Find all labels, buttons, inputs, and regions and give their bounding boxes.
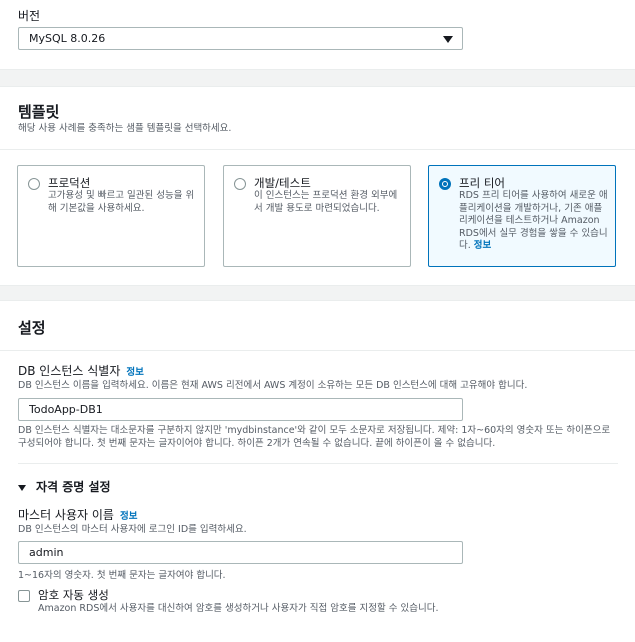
info-link[interactable]: 정보 [126,367,143,378]
template-description: RDS 프리 티어를 사용하여 새로운 애플리케이션을 개발하거나, 기존 애플… [459,190,609,253]
divider [0,350,635,351]
db-identifier-label: DB 인스턴스 식별자 정보 [18,362,144,379]
auto-password-description: Amazon RDS에서 사용자를 대신하여 암호를 생성하거나 사용자가 직접… [38,603,439,614]
version-label: 버전 [18,9,41,23]
radio-production[interactable] [28,178,40,190]
caret-down-icon [18,484,26,491]
template-title: 개발/테스트 [254,176,311,190]
master-username-label: 마스터 사용자 이름 정보 [18,506,137,523]
db-identifier-constraint: DB 인스턴스 식별자는 대소문자를 구분하지 않지만 'mydbinstanc… [18,425,611,449]
template-description: 고가용성 및 빠르고 일관된 성능을 위해 기본값을 사용하세요. [48,190,195,214]
divider [18,463,618,464]
info-link[interactable]: 정보 [120,511,137,522]
auto-password-checkbox[interactable] [18,590,30,602]
master-username-description: DB 인스턴스의 마스터 사용자에 로그인 ID를 입력하세요. [18,524,247,535]
templates-heading: 템플릿 [18,103,60,121]
version-selected-value: MySQL 8.0.26 [29,32,106,45]
db-identifier-description: DB 인스턴스 이름을 입력하세요. 이름은 현재 AWS 리전에서 AWS 계… [18,380,528,391]
version-panel: 버전 MySQL 8.0.26 [0,0,635,70]
template-tile-devtest[interactable]: 개발/테스트 이 인스턴스는 프로덕션 환경 외부에서 개발 용도로 마련되었습… [223,165,411,267]
credentials-toggle[interactable]: 자격 증명 설정 [18,478,111,495]
info-link[interactable]: 정보 [474,240,491,251]
divider [0,149,635,150]
template-title: 프리 티어 [459,176,505,190]
credentials-toggle-label: 자격 증명 설정 [36,480,111,494]
templates-description: 해당 사용 사례를 충족하는 샘플 템플릿을 선택하세요. [18,123,232,134]
db-identifier-label-text: DB 인스턴스 식별자 [18,364,121,378]
caret-down-icon [443,36,453,43]
db-identifier-input[interactable] [18,398,463,421]
template-tile-production[interactable]: 프로덕션 고가용성 및 빠르고 일관된 성능을 위해 기본값을 사용하세요. [17,165,205,267]
template-description: 이 인스턴스는 프로덕션 환경 외부에서 개발 용도로 마련되었습니다. [254,190,398,214]
template-tile-free-tier[interactable]: 프리 티어 RDS 프리 티어를 사용하여 새로운 애플리케이션을 개발하거나,… [428,165,616,267]
radio-free-tier[interactable] [439,178,451,190]
template-title: 프로덕션 [48,176,91,190]
master-username-constraint: 1~16자의 영숫자. 첫 번째 문자는 글자여야 합니다. [18,570,226,581]
radio-devtest[interactable] [234,178,246,190]
version-select[interactable]: MySQL 8.0.26 [18,27,463,50]
settings-heading: 설정 [18,319,46,337]
master-username-input[interactable] [18,541,463,564]
auto-password-label[interactable]: 암호 자동 생성 [38,587,109,603]
master-username-label-text: 마스터 사용자 이름 [18,508,114,522]
